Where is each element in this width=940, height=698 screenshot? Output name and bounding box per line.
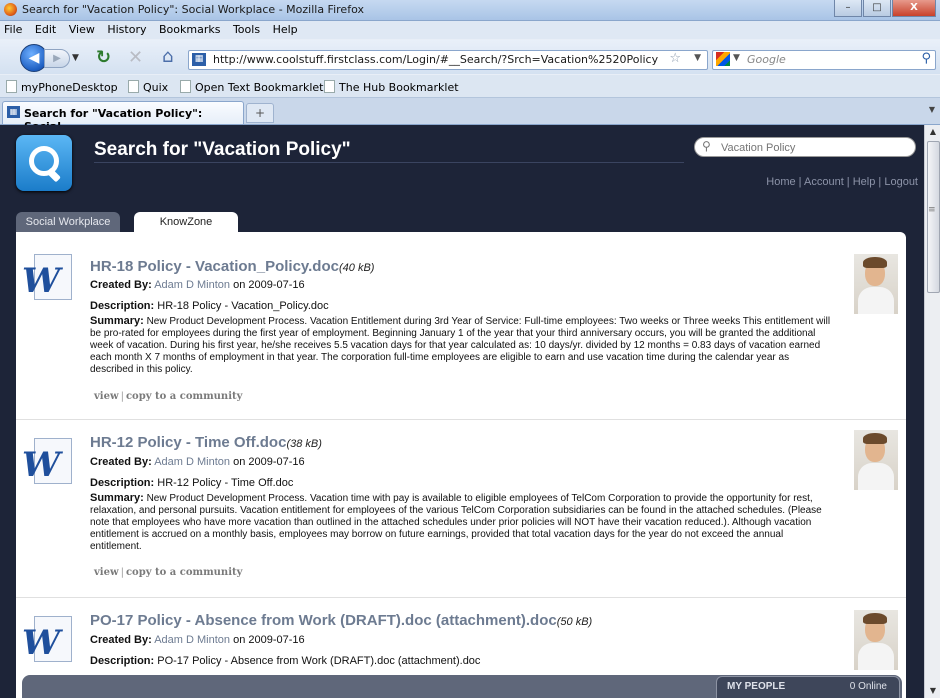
top-links: Home | Account | Help | Logout [766, 176, 918, 188]
stop-icon[interactable]: ✕ [128, 47, 143, 68]
tab-list-dropdown-icon[interactable]: ▼ [926, 105, 938, 119]
copy-to-community-link[interactable]: copy to a community [126, 567, 242, 578]
word-document-icon[interactable]: W [22, 438, 74, 484]
url-dropdown-icon[interactable]: ▼ [694, 53, 701, 63]
link-account[interactable]: Account [804, 176, 844, 188]
page-icon [180, 80, 191, 93]
scroll-up-icon[interactable]: ▲ [925, 125, 940, 139]
window-title: Search for "Vacation Policy": Social Wor… [22, 3, 364, 16]
page-icon [128, 80, 139, 93]
result-summary: Summary: New Product Development Process… [90, 492, 822, 552]
scroll-grip-icon: ≡ [928, 205, 936, 215]
menu-bookmarks[interactable]: Bookmarks [155, 21, 225, 36]
minimize-button[interactable]: – [834, 0, 862, 17]
link-home[interactable]: Home [766, 176, 795, 188]
result-item: W HR-12 Policy - Time Off.doc(38 kB) Cre… [16, 420, 906, 598]
author-link[interactable]: Adam D Minton [154, 456, 230, 468]
results-panel: W HR-18 Policy - Vacation_Policy.doc(40 … [16, 232, 906, 698]
site-favicon-icon: ▦ [7, 106, 20, 118]
link-logout[interactable]: Logout [884, 176, 918, 188]
page-icon [324, 80, 335, 93]
history-dropdown-icon[interactable]: ▼ [72, 53, 79, 63]
maximize-button[interactable]: □ [863, 0, 891, 17]
title-divider [94, 162, 684, 163]
result-created-by: Created By: Adam D Minton on 2009-07-16 [90, 456, 305, 468]
forward-button[interactable]: ▶ [44, 49, 70, 68]
new-tab-button[interactable]: + [246, 103, 274, 123]
result-actions: view | copy to a community [94, 391, 243, 402]
tab-strip: ▦ Search for "Vacation Policy": Social .… [0, 98, 940, 133]
menu-history[interactable]: History [103, 21, 151, 36]
result-actions: view | copy to a community [94, 567, 243, 578]
home-icon[interactable]: ⌂ [162, 46, 173, 67]
page-icon [6, 80, 17, 93]
result-title[interactable]: PO-17 Policy - Absence from Work (DRAFT)… [90, 612, 592, 629]
title-bar: Search for "Vacation Policy": Social Wor… [0, 0, 940, 21]
copy-to-community-link[interactable]: copy to a community [126, 391, 242, 402]
result-description: Description: HR-18 Policy - Vacation_Pol… [90, 300, 329, 312]
site-favicon-icon: ▦ [192, 53, 206, 66]
avatar[interactable] [854, 430, 898, 490]
result-description: Description: HR-12 Policy - Time Off.doc [90, 477, 294, 489]
menu-file[interactable]: File [0, 21, 27, 36]
search-engine-placeholder[interactable]: Google [747, 53, 786, 66]
navigation-toolbar: ◀ ▶ ▼ ↻ ✕ ⌂ ▦ http://www.coolstuff.first… [0, 40, 940, 74]
menu-tools[interactable]: Tools [229, 21, 265, 36]
tab-knowzone[interactable]: KnowZone [134, 212, 238, 232]
bookmark-quix[interactable]: Quix [128, 80, 168, 94]
firefox-logo-icon [4, 3, 17, 16]
author-link[interactable]: Adam D Minton [154, 634, 230, 646]
online-count: 0 Online [849, 681, 887, 692]
word-document-icon[interactable]: W [22, 616, 74, 662]
result-created-by: Created By: Adam D Minton on 2009-07-16 [90, 634, 305, 646]
tab-social-workplace[interactable]: Social Workplace [16, 212, 120, 232]
result-title[interactable]: HR-12 Policy - Time Off.doc(38 kB) [90, 434, 322, 451]
site-search-box[interactable]: ⚲ [694, 137, 916, 157]
web-page: Search for "Vacation Policy" ⚲ Home | Ac… [0, 125, 924, 698]
browser-window: Search for "Vacation Policy": Social Wor… [0, 0, 940, 698]
my-people-label: MY PEOPLE [727, 681, 786, 692]
result-title[interactable]: HR-18 Policy - Vacation_Policy.doc(40 kB… [90, 258, 374, 275]
bookmark-star-icon[interactable]: ☆ [669, 51, 681, 66]
view-link[interactable]: view [94, 567, 119, 578]
author-link[interactable]: Adam D Minton [154, 279, 230, 291]
page-title: Search for "Vacation Policy" [94, 139, 351, 160]
site-search-input[interactable] [719, 139, 909, 156]
my-people-panel[interactable]: MY PEOPLE 0 Online [716, 676, 900, 698]
result-item: W HR-18 Policy - Vacation_Policy.doc(40 … [16, 232, 906, 420]
search-icon[interactable]: ⚲ [921, 51, 931, 66]
close-button[interactable]: X [892, 0, 936, 17]
avatar[interactable] [854, 254, 898, 314]
bookmark-the-hub[interactable]: The Hub Bookmarklet [324, 80, 459, 94]
vertical-scrollbar[interactable]: ▲ ≡ ▼ [924, 125, 940, 698]
result-created-by: Created By: Adam D Minton on 2009-07-16 [90, 279, 305, 291]
menu-view[interactable]: View [65, 21, 100, 36]
tab-search-results[interactable]: ▦ Search for "Vacation Policy": Social .… [2, 101, 244, 133]
menu-help[interactable]: Help [269, 21, 303, 36]
search-app-icon [16, 135, 72, 191]
bookmark-open-text[interactable]: Open Text Bookmarklet [180, 80, 323, 94]
reload-icon[interactable]: ↻ [96, 47, 111, 68]
url-text[interactable]: http://www.coolstuff.firstclass.com/Logi… [213, 53, 658, 66]
address-bar[interactable]: ▦ http://www.coolstuff.firstclass.com/Lo… [188, 50, 708, 70]
bookmark-myphonedesktop[interactable]: myPhoneDesktop [6, 80, 118, 94]
menu-bar: File Edit View History Bookmarks Tools H… [0, 21, 940, 39]
menu-edit[interactable]: Edit [31, 21, 61, 36]
avatar[interactable] [854, 610, 898, 670]
engine-dropdown-icon[interactable]: ▼ [733, 53, 740, 63]
result-description: Description: PO-17 Policy - Absence from… [90, 655, 481, 667]
bookmarks-bar: myPhoneDesktop Quix Open Text Bookmarkle… [0, 75, 940, 98]
scroll-thumb[interactable] [927, 141, 940, 293]
search-icon[interactable]: ⚲ [702, 139, 711, 153]
result-summary: Summary: New Product Development Process… [90, 315, 831, 375]
view-link[interactable]: view [94, 391, 119, 402]
word-document-icon[interactable]: W [22, 254, 74, 300]
google-icon[interactable] [716, 52, 730, 66]
my-people-bar: MY PEOPLE 0 Online [22, 675, 902, 698]
search-engine-box[interactable]: ▼ Google ⚲ [712, 50, 936, 70]
scroll-down-icon[interactable]: ▼ [925, 684, 940, 698]
link-help[interactable]: Help [853, 176, 876, 188]
